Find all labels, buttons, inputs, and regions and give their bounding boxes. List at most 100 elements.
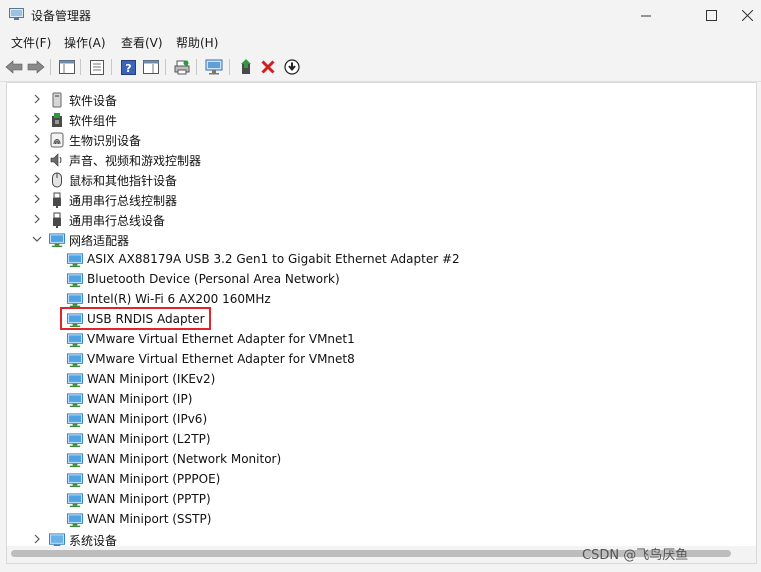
help-button[interactable]: ? — [118, 57, 138, 77]
device-row[interactable]: WAN Miniport (IKEv2) — [7, 370, 756, 390]
network-adapter-icon — [67, 272, 83, 288]
row-label: 网络适配器 — [69, 234, 130, 248]
chevron-right-icon[interactable] — [31, 193, 43, 205]
network-adapter-icon — [67, 292, 83, 308]
close-icon — [742, 10, 753, 21]
device-row[interactable]: WAN Miniport (IPv6) — [7, 410, 756, 430]
network-adapter-icon — [67, 472, 83, 488]
device-row[interactable]: WAN Miniport (IP) — [7, 390, 756, 410]
row-label: WAN Miniport (Network Monitor) — [87, 452, 282, 466]
category-row[interactable]: 软件设备 — [7, 90, 756, 110]
network-adapter-icon — [67, 412, 83, 428]
category-row[interactable]: 通用串行总线设备 — [7, 210, 756, 230]
chevron-right-icon[interactable] — [31, 213, 43, 225]
svg-text:?: ? — [125, 62, 131, 75]
row-label: 生物识别设备 — [69, 134, 142, 148]
enable-device-icon — [284, 59, 300, 75]
properties-icon — [90, 59, 104, 75]
printer-icon — [174, 60, 190, 74]
menu-file[interactable]: 文件(F) — [9, 34, 53, 51]
device-manager-app-icon — [9, 8, 24, 20]
network-adapter-icon — [67, 452, 83, 468]
chevron-right-icon[interactable] — [31, 153, 43, 165]
usb-icon — [49, 212, 65, 228]
update-driver-button[interactable] — [236, 57, 256, 77]
software-component-icon — [49, 112, 65, 128]
maximize-button[interactable] — [688, 0, 734, 31]
window-title: 设备管理器 — [31, 9, 92, 23]
scan-hardware-changes-button[interactable] — [204, 57, 224, 77]
chevron-right-icon[interactable] — [31, 533, 43, 545]
chevron-down-icon[interactable] — [31, 233, 43, 245]
monitor-scan-icon — [205, 59, 223, 75]
device-row[interactable]: WAN Miniport (PPTP) — [7, 490, 756, 510]
toolbar-separator — [165, 59, 166, 75]
console-tree-icon — [59, 60, 75, 74]
device-row[interactable]: VMware Virtual Ethernet Adapter for VMne… — [7, 330, 756, 350]
watermark: CSDN @飞鸟厌鱼 — [582, 548, 689, 563]
toolbar-separator — [111, 59, 112, 75]
row-label: 软件设备 — [69, 94, 118, 108]
menu-help[interactable]: 帮助(H) — [174, 34, 220, 51]
row-label: WAN Miniport (PPPOE) — [87, 472, 221, 486]
maximize-icon — [705, 10, 717, 21]
row-label: WAN Miniport (SSTP) — [87, 512, 212, 526]
device-row[interactable]: WAN Miniport (PPPOE) — [7, 470, 756, 490]
device-row[interactable]: ASIX AX88179A USB 3.2 Gen1 to Gigabit Et… — [7, 250, 756, 270]
row-label: 鼠标和其他指针设备 — [69, 174, 178, 188]
device-row[interactable]: VMware Virtual Ethernet Adapter for VMne… — [7, 350, 756, 370]
device-row[interactable]: WAN Miniport (L2TP) — [7, 430, 756, 450]
device-row[interactable]: Bluetooth Device (Personal Area Network) — [7, 270, 756, 290]
row-label: 声音、视频和游戏控制器 — [69, 154, 202, 168]
row-label: WAN Miniport (L2TP) — [87, 432, 211, 446]
device-row[interactable]: WAN Miniport (Network Monitor) — [7, 450, 756, 470]
network-adapter-icon — [67, 252, 83, 268]
speaker-icon — [49, 152, 65, 168]
minimize-button[interactable] — [623, 0, 669, 31]
enable-device-button[interactable] — [282, 57, 302, 77]
category-row[interactable]: 声音、视频和游戏控制器 — [7, 150, 756, 170]
action-pane-button[interactable] — [141, 57, 161, 77]
chevron-right-icon[interactable] — [31, 173, 43, 185]
row-label: VMware Virtual Ethernet Adapter for VMne… — [87, 332, 355, 346]
toolbar-separator — [196, 59, 197, 75]
network-adapter-icon — [49, 232, 65, 248]
delete-x-icon — [261, 60, 275, 74]
network-adapter-icon — [67, 432, 83, 448]
forward-button[interactable] — [26, 57, 46, 77]
show-hide-console-tree-button[interactable] — [57, 57, 77, 77]
category-row[interactable]: 软件组件 — [7, 110, 756, 130]
row-label: WAN Miniport (IP) — [87, 392, 193, 406]
toolbar-separator — [229, 59, 230, 75]
network-adapter-icon — [67, 492, 83, 508]
print-button[interactable] — [172, 57, 192, 77]
row-label: ASIX AX88179A USB 3.2 Gen1 to Gigabit Et… — [87, 252, 460, 266]
device-row[interactable]: WAN Miniport (SSTP) — [7, 510, 756, 530]
close-button[interactable] — [734, 0, 761, 31]
category-row[interactable]: 鼠标和其他指针设备 — [7, 170, 756, 190]
menu-view[interactable]: 查看(V) — [119, 34, 165, 51]
help-icon: ? — [120, 59, 136, 75]
uninstall-device-button[interactable] — [258, 57, 278, 77]
row-label: Intel(R) Wi-Fi 6 AX200 160MHz — [87, 292, 271, 306]
row-label: 通用串行总线控制器 — [69, 194, 178, 208]
row-label: 软件组件 — [69, 114, 118, 128]
title-bar: 设备管理器 — [0, 0, 761, 31]
properties-button[interactable] — [87, 57, 107, 77]
usb-icon — [49, 192, 65, 208]
category-row[interactable]: 通用串行总线控制器 — [7, 190, 756, 210]
category-row[interactable]: 生物识别设备 — [7, 130, 756, 150]
chevron-right-icon[interactable] — [31, 93, 43, 105]
row-label: Bluetooth Device (Personal Area Network) — [87, 272, 340, 286]
chevron-right-icon[interactable] — [31, 133, 43, 145]
highlight-box — [60, 307, 211, 330]
forward-arrow-icon — [27, 60, 45, 74]
network-adapter-icon — [67, 392, 83, 408]
category-row[interactable]: 网络适配器 — [7, 230, 756, 250]
menu-action[interactable]: 操作(A) — [62, 34, 108, 51]
update-driver-icon — [241, 59, 251, 74]
back-button[interactable] — [4, 57, 24, 77]
row-label: VMware Virtual Ethernet Adapter for VMne… — [87, 352, 355, 366]
chevron-right-icon[interactable] — [31, 113, 43, 125]
toolbar-separator — [80, 59, 81, 75]
